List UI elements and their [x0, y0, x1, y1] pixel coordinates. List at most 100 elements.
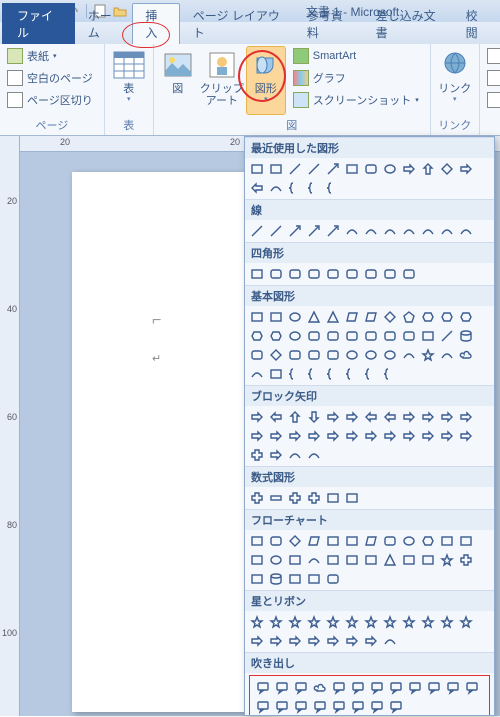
shape-minus[interactable]: [267, 489, 285, 507]
shape-dia[interactable]: [267, 346, 285, 364]
shape-cyl[interactable]: [457, 327, 475, 345]
shape-curve[interactable]: [438, 346, 456, 364]
shape-rect[interactable]: [286, 570, 304, 588]
shape-rrect[interactable]: [362, 327, 380, 345]
shape-star[interactable]: [419, 346, 437, 364]
tab-insert[interactable]: 挿入: [132, 3, 179, 44]
shape-tri[interactable]: [381, 551, 399, 569]
shape-rarrow[interactable]: [438, 408, 456, 426]
shape-rarrow[interactable]: [248, 408, 266, 426]
shape-line[interactable]: [267, 222, 285, 240]
shape-brace[interactable]: [305, 365, 323, 383]
shape-brace[interactable]: [381, 365, 399, 383]
screenshot-button[interactable]: スクリーンショット▾: [290, 90, 426, 110]
shape-darrow[interactable]: [305, 408, 323, 426]
shape-call[interactable]: [330, 698, 348, 716]
smartart-button[interactable]: SmartArt: [290, 46, 426, 66]
shape-call[interactable]: [292, 698, 310, 716]
shape-call[interactable]: [387, 679, 405, 697]
shape-rect[interactable]: [324, 551, 342, 569]
shape-hex[interactable]: [438, 308, 456, 326]
shape-rarrow[interactable]: [362, 427, 380, 445]
shape-rarrow[interactable]: [457, 408, 475, 426]
shape-larrow[interactable]: [362, 408, 380, 426]
shape-rarrow[interactable]: [400, 160, 418, 178]
shape-rect[interactable]: [248, 532, 266, 550]
shape-star[interactable]: [381, 613, 399, 631]
shape-rarrow[interactable]: [248, 427, 266, 445]
shape-rrect[interactable]: [305, 346, 323, 364]
page-number-button[interactable]: ページ: [484, 90, 500, 110]
shape-curve[interactable]: [305, 551, 323, 569]
shape-star[interactable]: [419, 613, 437, 631]
shape-rect[interactable]: [267, 365, 285, 383]
shape-rrect[interactable]: [267, 265, 285, 283]
shape-larrow[interactable]: [248, 179, 266, 197]
shape-star[interactable]: [343, 613, 361, 631]
shape-rrect[interactable]: [324, 570, 342, 588]
shape-rect[interactable]: [419, 551, 437, 569]
shape-oval[interactable]: [381, 346, 399, 364]
shape-curve[interactable]: [362, 222, 380, 240]
tab-review[interactable]: 校閲: [453, 3, 500, 44]
shape-rrect[interactable]: [324, 327, 342, 345]
shape-curve[interactable]: [381, 222, 399, 240]
shape-call[interactable]: [254, 679, 272, 697]
shape-oval[interactable]: [267, 551, 285, 569]
shape-rrect[interactable]: [343, 265, 361, 283]
cover-page-button[interactable]: 表紙▾: [4, 46, 100, 66]
shape-rect[interactable]: [248, 160, 266, 178]
shape-call[interactable]: [387, 698, 405, 716]
shape-rect[interactable]: [248, 265, 266, 283]
footer-button[interactable]: フッター: [484, 68, 500, 88]
shape-rarrow[interactable]: [381, 427, 399, 445]
shape-line[interactable]: [248, 222, 266, 240]
shape-curve[interactable]: [248, 365, 266, 383]
shape-rarrow[interactable]: [457, 160, 475, 178]
shape-rrect[interactable]: [362, 160, 380, 178]
shape-tri[interactable]: [324, 308, 342, 326]
shape-star[interactable]: [400, 613, 418, 631]
shape-rect[interactable]: [248, 570, 266, 588]
shape-rrect[interactable]: [400, 265, 418, 283]
shape-star[interactable]: [438, 613, 456, 631]
shape-rrect[interactable]: [343, 327, 361, 345]
shape-rect[interactable]: [362, 551, 380, 569]
shape-call[interactable]: [425, 679, 443, 697]
shape-rarrow[interactable]: [400, 408, 418, 426]
shape-rarrow[interactable]: [438, 427, 456, 445]
shape-call[interactable]: [349, 679, 367, 697]
shape-curve[interactable]: [381, 632, 399, 650]
shape-brace[interactable]: [362, 365, 380, 383]
shape-rect[interactable]: [438, 532, 456, 550]
shape-oval[interactable]: [286, 308, 304, 326]
shape-line[interactable]: [438, 327, 456, 345]
shape-curve[interactable]: [343, 222, 361, 240]
shape-uarrow[interactable]: [286, 408, 304, 426]
shape-rect[interactable]: [343, 532, 361, 550]
shape-rarrow[interactable]: [324, 632, 342, 650]
link-button[interactable]: リンク ▾: [435, 46, 475, 115]
picture-button[interactable]: 図: [158, 46, 198, 115]
shape-plus[interactable]: [305, 489, 323, 507]
shape-hex[interactable]: [419, 532, 437, 550]
shape-rrect[interactable]: [286, 346, 304, 364]
shape-rrect[interactable]: [324, 265, 342, 283]
shape-arrow[interactable]: [305, 222, 323, 240]
shape-call[interactable]: [463, 679, 481, 697]
shape-rrect[interactable]: [362, 265, 380, 283]
shape-call[interactable]: [273, 679, 291, 697]
shape-tri[interactable]: [305, 308, 323, 326]
shape-dia[interactable]: [286, 532, 304, 550]
shape-rect[interactable]: [457, 532, 475, 550]
shape-rrect[interactable]: [400, 327, 418, 345]
shape-brace[interactable]: [324, 179, 342, 197]
shape-rarrow[interactable]: [267, 446, 285, 464]
shape-plus[interactable]: [286, 489, 304, 507]
shape-para[interactable]: [343, 308, 361, 326]
document-page[interactable]: ⌐ ↵: [72, 172, 272, 712]
shape-rect[interactable]: [286, 551, 304, 569]
shape-rect[interactable]: [324, 532, 342, 550]
shape-rarrow[interactable]: [362, 632, 380, 650]
shape-hex[interactable]: [457, 308, 475, 326]
